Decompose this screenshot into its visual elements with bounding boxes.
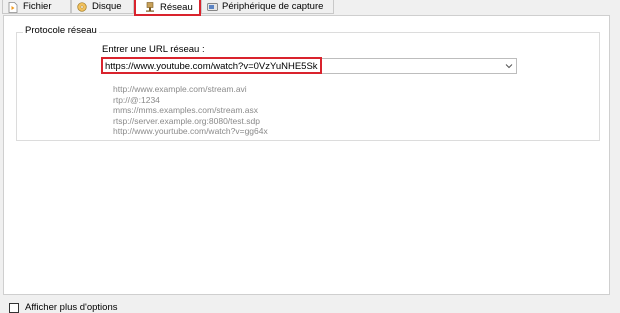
url-highlight [101, 57, 322, 74]
example-url: http://www.yourtube.com/watch?v=gg64x [113, 126, 268, 137]
tab-fichier[interactable]: Fichier [2, 0, 71, 14]
example-url: rtsp://server.example.org:8080/test.sdp [113, 115, 260, 126]
capture-device-icon [207, 2, 218, 12]
disc-icon [77, 1, 87, 12]
tab-label: Réseau [160, 1, 193, 13]
tab-disque[interactable]: Disque [71, 0, 134, 14]
tab-label: Disque [92, 1, 122, 12]
tab-label: Périphérique de capture [222, 1, 324, 12]
url-label: Entrer une URL réseau : [102, 44, 205, 55]
network-url-combobox[interactable]: https://www.youtube.com/watch?v=0VzYuNHE… [101, 57, 517, 74]
network-plug-icon [145, 2, 155, 12]
example-url: mms://mms.examples.com/stream.asx [113, 105, 258, 116]
more-options-checkbox[interactable] [9, 302, 19, 313]
more-options-toggle[interactable]: Afficher plus d'options [9, 302, 117, 313]
tab-reseau[interactable]: Réseau [134, 0, 201, 16]
group-title: Protocole réseau [23, 25, 99, 36]
chevron-down-icon[interactable] [504, 61, 514, 71]
tab-peripherique-de-capture[interactable]: Périphérique de capture [201, 0, 334, 14]
tab-strip: Fichier Disque Réseau Périphérique de ca… [0, 0, 620, 16]
example-url: http://www.example.com/stream.avi [113, 84, 247, 94]
tab-label: Fichier [23, 1, 52, 12]
url-examples: http://www.example.com/stream.avi rtp://… [113, 84, 268, 137]
file-play-icon [8, 1, 18, 13]
more-options-label: Afficher plus d'options [25, 302, 118, 313]
example-url: rtp://@:1234 [113, 94, 160, 105]
